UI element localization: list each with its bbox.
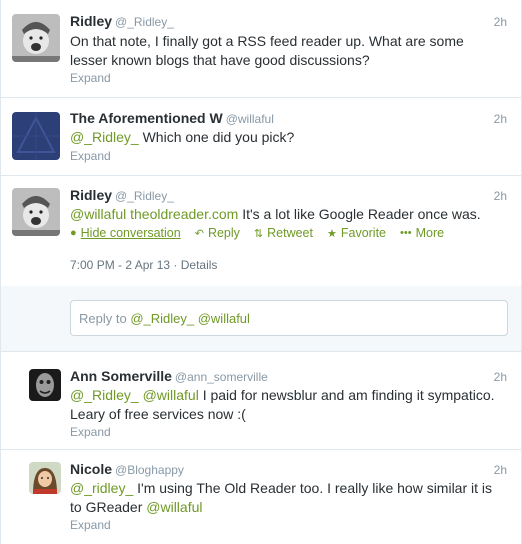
favorite-label: Favorite [340,226,387,240]
avatar[interactable] [12,112,60,160]
reply-arrow-icon: ↶ [194,227,204,240]
tweet-text: On that note, I finally got a RSS feed r… [70,32,464,70]
tweet-text-line: to GReader @willaful [70,498,492,517]
star-icon: ★ [326,227,337,240]
retweet-label: Retweet [267,226,313,240]
tweet-expanded[interactable]: Ridley @_Ridley_ 2h @willaful theoldreade… [1,176,521,286]
tweet-time[interactable]: 2h [494,463,507,477]
meta-separator: · [170,258,181,272]
avatar[interactable] [12,188,60,236]
tweet-header: The Aforementioned W @willaful [70,110,274,126]
tweet-header: Ann Somerville @ann_somerville [70,368,268,384]
tweet-header: Nicole @Bloghappy [70,461,184,477]
tweet[interactable]: The Aforementioned W @willaful 2h @_Ridle… [1,98,521,176]
reply-label: Reply [207,226,240,240]
author-name[interactable]: The Aforementioned W [70,110,223,126]
tweet-text-body: I'm using The Old Reader too. I really l… [133,480,493,496]
author-handle[interactable]: @Bloghappy [115,463,184,477]
tweet-text-body: to GReader [70,499,147,515]
tweet-text-line: Leary of free services now :( [70,406,246,422]
expand-link[interactable]: Expand [70,71,111,85]
tweet-text-body: It's a lot like Google Reader once was. [238,206,481,222]
mention-link[interactable]: @willaful [146,499,202,515]
mention-link[interactable]: @_Ridley_ [70,129,139,145]
mention-link[interactable]: @willaful [143,387,199,403]
tweet-text: @_ridley_ I'm using The Old Reader too. … [70,479,492,517]
hide-conversation-button[interactable]: ● Hide conversation [70,226,181,240]
expand-link[interactable]: Expand [70,149,111,163]
author-name[interactable]: Nicole [70,461,112,477]
author-name[interactable]: Ridley [70,187,112,203]
url-link[interactable]: theoldreader.com [130,206,238,222]
retweet-button[interactable]: ⇅ Retweet [254,226,313,240]
tweet-text-line: @_ridley_ I'm using The Old Reader too. … [70,479,492,498]
reply-area: Reply to @_Ridley_ @willaful [1,286,521,352]
tweet-text-body: I paid for newsblur and am finding it sy… [198,387,495,403]
avatar[interactable] [29,369,61,401]
more-label: More [415,226,445,240]
tweet-time[interactable]: 2h [494,112,507,126]
hide-conversation-label: Hide conversation [80,226,181,240]
tweet-text-line: On that note, I finally got a RSS feed r… [70,33,464,49]
mention-link[interactable]: @_Ridley_ [70,387,139,403]
tweet-text: @_Ridley_ Which one did you pick? [70,128,294,147]
more-button[interactable]: ••• More [400,226,444,240]
tweet-meta: 7:00 PM - 2 Apr 13 · Details [70,258,217,272]
tweet-text-body: Which one did you pick? [138,129,295,145]
ellipsis-icon: ••• [400,227,412,239]
tweet-time[interactable]: 2h [494,189,507,203]
author-handle[interactable]: @_Ridley_ [115,189,174,203]
details-link[interactable]: Details [181,258,218,272]
author-handle[interactable]: @ann_somerville [175,370,268,384]
author-handle[interactable]: @_Ridley_ [115,15,174,29]
tweet-header: Ridley @_Ridley_ [70,187,174,203]
author-handle[interactable]: @willaful [226,112,274,126]
avatar[interactable] [12,14,60,62]
tweet-text-line: @_Ridley_ @willaful I paid for newsblur … [70,386,495,405]
reply-tweet[interactable]: Ann Somerville @ann_somerville 2h @_Ridle… [1,352,521,450]
reply-mention: @_Ridley_ [130,311,195,326]
tweet-text: @willaful theoldreader.com It's a lot li… [70,205,481,224]
avatar[interactable] [29,462,61,494]
tweet-timestamp[interactable]: 7:00 PM - 2 Apr 13 [70,258,170,272]
timeline: Ridley @_Ridley_ 2h On that note, I final… [0,0,522,544]
expand-link[interactable]: Expand [70,425,111,439]
retweet-icon: ⇅ [253,227,264,240]
tweet-actions: ● Hide conversation ↶ Reply ⇅ Retweet ★ … [70,226,444,240]
tweet-text-line: lesser known blogs that have good discus… [70,52,370,68]
reply-mention: @willaful [197,311,250,326]
expand-link[interactable]: Expand [70,518,111,532]
tweet-time[interactable]: 2h [494,370,507,384]
speech-bubble-icon: ● [70,227,77,239]
author-name[interactable]: Ridley [70,13,112,29]
favorite-button[interactable]: ★ Favorite [327,226,386,240]
reply-tweet[interactable]: Nicole @Bloghappy 2h @_ridley_ I'm using … [1,450,521,544]
reply-button[interactable]: ↶ Reply [195,226,240,240]
tweet-header: Ridley @_Ridley_ [70,13,174,29]
author-name[interactable]: Ann Somerville [70,368,172,384]
tweet-time[interactable]: 2h [494,15,507,29]
tweet[interactable]: Ridley @_Ridley_ 2h On that note, I final… [1,0,521,98]
mention-link[interactable]: @willaful [70,206,126,222]
reply-input[interactable]: Reply to @_Ridley_ @willaful [70,300,508,336]
mention-link[interactable]: @_ridley_ [70,480,133,496]
tweet-text: @_Ridley_ @willaful I paid for newsblur … [70,386,495,424]
reply-prefix: Reply to [79,311,131,326]
